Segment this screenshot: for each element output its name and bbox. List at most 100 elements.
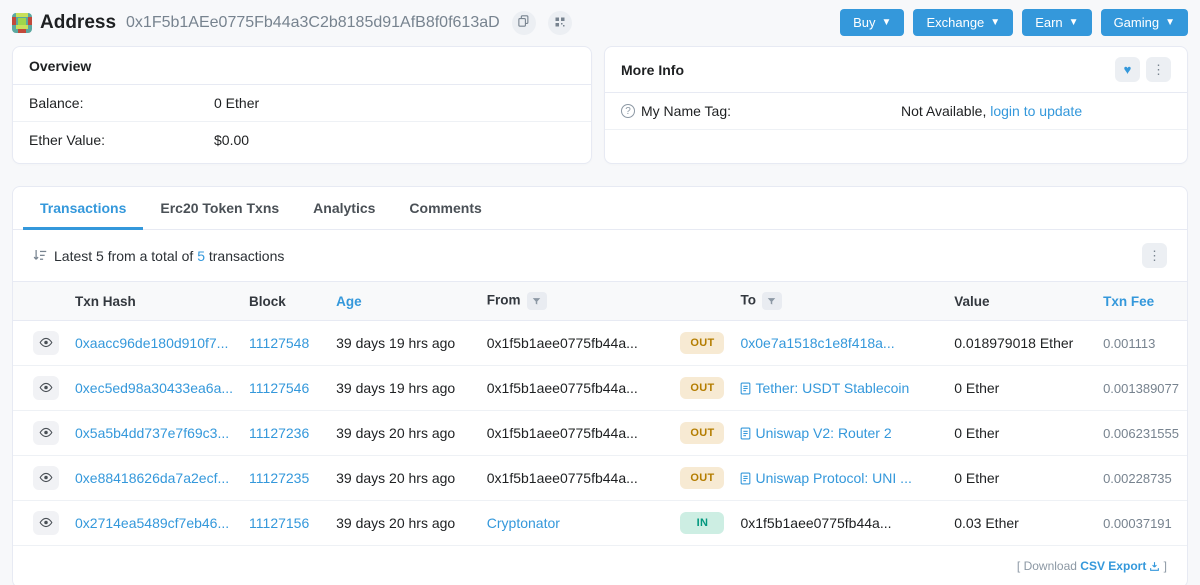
table-row: 0xec5ed98a30433ea6a... 11127546 39 days … [13,365,1187,411]
buy-button[interactable]: Buy ▼ [840,9,905,36]
sort-icon [33,249,47,262]
tab-analytics[interactable]: Analytics [296,187,392,230]
copy-address-button[interactable] [511,10,536,35]
login-to-update-link[interactable]: login to update [990,103,1082,119]
tab-bar: Transactions Erc20 Token Txns Analytics … [13,187,1187,230]
column-block: Block [241,281,329,321]
table-row: 0x2714ea5489cf7eb46... 11127156 39 days … [13,500,1187,546]
to-address[interactable]: 0x0e7a1518c1e8f418a... [740,335,894,351]
more-info-menu-button[interactable]: ⋮ [1146,57,1171,82]
block-link[interactable]: 11127156 [249,515,309,531]
chevron-down-icon: ▼ [1068,16,1079,28]
block-link[interactable]: 11127235 [249,470,309,486]
page-header: Address 0x1F5b1AEe0775Fb44a3C2b8185d91Af… [12,0,1188,46]
column-txn-fee[interactable]: Txn Fee [1095,281,1187,321]
copy-icon [518,15,529,30]
transaction-count-link[interactable]: 5 [197,248,205,264]
txn-age: 39 days 19 hrs ago [328,320,479,366]
to-filter-button[interactable] [761,292,782,310]
column-from: From [478,281,673,321]
favorite-button[interactable]: ♥ [1115,57,1140,82]
table-row: 0x5a5b4dd737e7f69c3... 11127236 39 days … [13,410,1187,456]
txn-fee: 0.006231555 [1103,426,1179,441]
direction-badge: OUT [680,332,725,354]
txn-fee: 0.00037191 [1103,516,1172,531]
txn-fee: 0.001389077 [1103,381,1179,396]
table-header-row: Txn Hash Block Age From To Value Txn Fee [13,281,1187,321]
gaming-button[interactable]: Gaming ▼ [1100,9,1188,36]
to-address[interactable]: Uniswap Protocol: UNI ... [755,470,911,486]
preview-txn-button[interactable] [33,376,59,400]
tab-transactions[interactable]: Transactions [23,187,144,230]
table-options-button[interactable]: ⋮ [1142,243,1167,268]
preview-txn-button[interactable] [33,511,59,535]
chevron-down-icon: ▼ [990,16,1001,28]
preview-txn-button[interactable] [33,466,59,490]
from-address[interactable]: Cryptonator [487,515,560,531]
txn-hash-link[interactable]: 0xec5ed98a30433ea6a... [75,380,233,396]
qr-code-icon [555,15,565,30]
block-link[interactable]: 11127548 [249,335,309,351]
kebab-menu-icon: ⋮ [1148,247,1161,263]
table-row: 0xe88418626da7a2ecf... 11127235 39 days … [13,455,1187,501]
txn-value: 0 Ether [946,410,1096,456]
eye-icon [39,381,53,396]
preview-txn-button[interactable] [33,421,59,445]
eye-icon [39,336,53,351]
table-row: 0xaacc96de180d910f7... 11127548 39 days … [13,320,1187,366]
balance-label: Balance: [29,95,84,111]
overview-title: Overview [29,57,92,74]
tab-erc20-token-txns[interactable]: Erc20 Token Txns [143,187,296,230]
csv-export-link[interactable]: CSV Export [1080,559,1146,573]
to-address[interactable]: Uniswap V2: Router 2 [755,425,891,441]
column-to: To [732,281,947,321]
exchange-button[interactable]: Exchange ▼ [913,9,1014,36]
to-address[interactable]: Tether: USDT Stablecoin [755,380,909,396]
txn-age: 39 days 20 hrs ago [328,500,479,546]
address-value: 0x1F5b1AEe0775Fb44a3C2b8185d91AfB8f0f613… [126,13,500,31]
ether-value: $0.00 [214,132,250,148]
txn-value: 0 Ether [946,455,1096,501]
name-tag-label: ? My Name Tag: [621,103,901,119]
download-label: Download [1023,559,1077,573]
contract-icon [740,382,751,395]
from-filter-button[interactable] [526,292,547,310]
more-info-card: More Info ♥ ⋮ ? My Name Tag: Not Availab… [604,46,1188,164]
download-icon[interactable] [1149,561,1160,572]
to-address: 0x1f5b1aee0775fb44a... [740,515,892,531]
transactions-card: Transactions Erc20 Token Txns Analytics … [12,186,1188,585]
overview-card: Overview Balance: 0 Ether Ether Value: $… [12,46,592,164]
qr-code-button[interactable] [547,10,572,35]
txn-value: 0.03 Ether [946,500,1096,546]
block-link[interactable]: 11127236 [249,425,309,441]
txn-hash-link[interactable]: 0xe88418626da7a2ecf... [75,470,229,486]
contract-icon [740,427,751,440]
kebab-menu-icon: ⋮ [1152,61,1165,77]
from-address: 0x1f5b1aee0775fb44a... [486,470,638,486]
txn-hash-link[interactable]: 0x2714ea5489cf7eb46... [75,515,229,531]
txn-hash-link[interactable]: 0x5a5b4dd737e7f69c3... [75,425,229,441]
name-tag-value: Not Available, [901,103,987,119]
direction-badge: IN [680,512,725,534]
header-nav-buttons: Buy ▼ Exchange ▼ Earn ▼ Gaming ▼ [840,9,1188,36]
ether-value-row: Ether Value: $0.00 [13,121,591,158]
txn-value: 0.018979018 Ether [946,320,1096,366]
help-icon[interactable]: ? [621,104,635,118]
txn-age: 39 days 20 hrs ago [328,455,479,501]
column-value: Value [946,281,1096,321]
direction-badge: OUT [680,422,725,444]
from-address: 0x1f5b1aee0775fb44a... [486,380,638,396]
txn-fee: 0.001113 [1103,336,1156,351]
tab-comments[interactable]: Comments [392,187,498,230]
txn-fee: 0.00228735 [1103,471,1172,486]
preview-txn-button[interactable] [33,331,59,355]
column-txn-hash: Txn Hash [67,281,242,321]
block-link[interactable]: 11127546 [249,380,309,396]
page-title: Address [40,11,117,33]
balance-value: 0 Ether [214,95,260,111]
txn-hash-link[interactable]: 0xaacc96de180d910f7... [75,335,228,351]
txn-value: 0 Ether [946,365,1096,411]
more-info-title: More Info [621,61,684,78]
column-age[interactable]: Age [328,281,479,321]
earn-button[interactable]: Earn ▼ [1022,9,1092,36]
